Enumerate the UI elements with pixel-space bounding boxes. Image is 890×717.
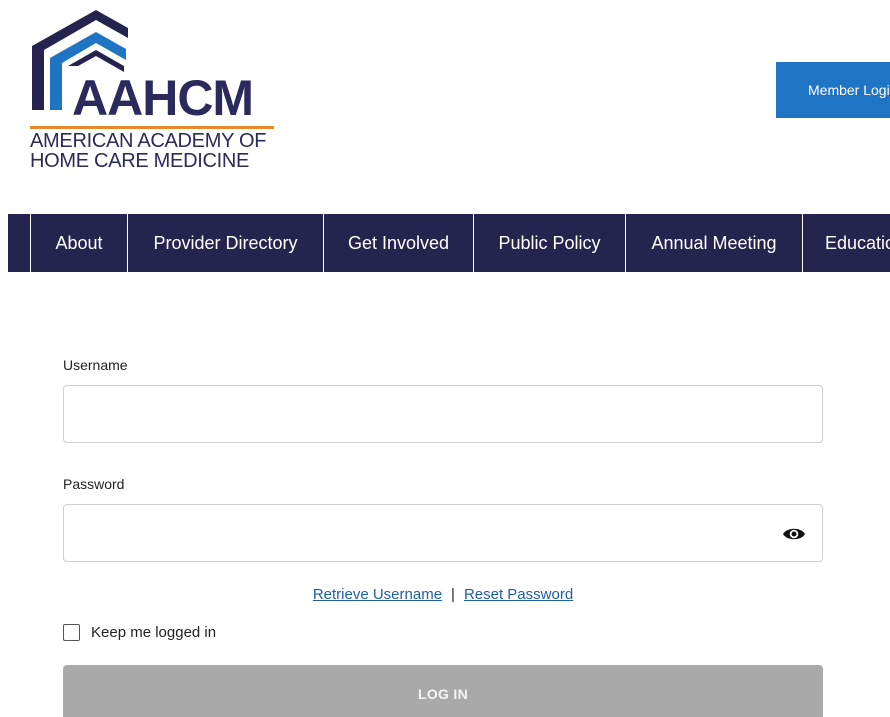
- site-logo[interactable]: AAHCM AMERICAN ACADEMY OF HOME CARE MEDI…: [28, 8, 288, 178]
- nav-item-get-involved[interactable]: Get Involved: [323, 214, 473, 272]
- member-login-button[interactable]: Member Login: [776, 62, 890, 118]
- account-recovery-links: Retrieve Username | Reset Password: [0, 586, 886, 603]
- logo-wordmark: AAHCM: [72, 70, 254, 126]
- keep-logged-in[interactable]: Keep me logged in: [63, 624, 216, 641]
- keep-logged-in-checkbox[interactable]: [63, 624, 80, 641]
- retrieve-username-link[interactable]: Retrieve Username: [313, 586, 442, 603]
- username-label: Username: [63, 357, 128, 373]
- link-separator: |: [451, 586, 455, 603]
- nav-item-about[interactable]: About: [30, 214, 127, 272]
- logo-tagline-line1: AMERICAN ACADEMY OF: [30, 130, 267, 152]
- nav-item-annual-meeting[interactable]: Annual Meeting: [625, 214, 802, 272]
- nav-item-public-policy[interactable]: Public Policy: [473, 214, 625, 272]
- password-label: Password: [63, 476, 125, 492]
- nav-item-education[interactable]: Education: [802, 214, 890, 272]
- reset-password-link[interactable]: Reset Password: [464, 586, 573, 603]
- password-input[interactable]: [63, 504, 823, 562]
- logo-tagline-line2: HOME CARE MEDICINE: [30, 150, 250, 172]
- main-nav: About Provider Directory Get Involved Pu…: [8, 214, 890, 272]
- keep-logged-in-label[interactable]: Keep me logged in: [91, 624, 216, 641]
- eye-icon[interactable]: [782, 524, 806, 544]
- logo-divider: [30, 126, 274, 129]
- username-input[interactable]: [63, 385, 823, 443]
- login-button[interactable]: LOG IN: [63, 665, 823, 717]
- nav-item-provider-directory[interactable]: Provider Directory: [127, 214, 323, 272]
